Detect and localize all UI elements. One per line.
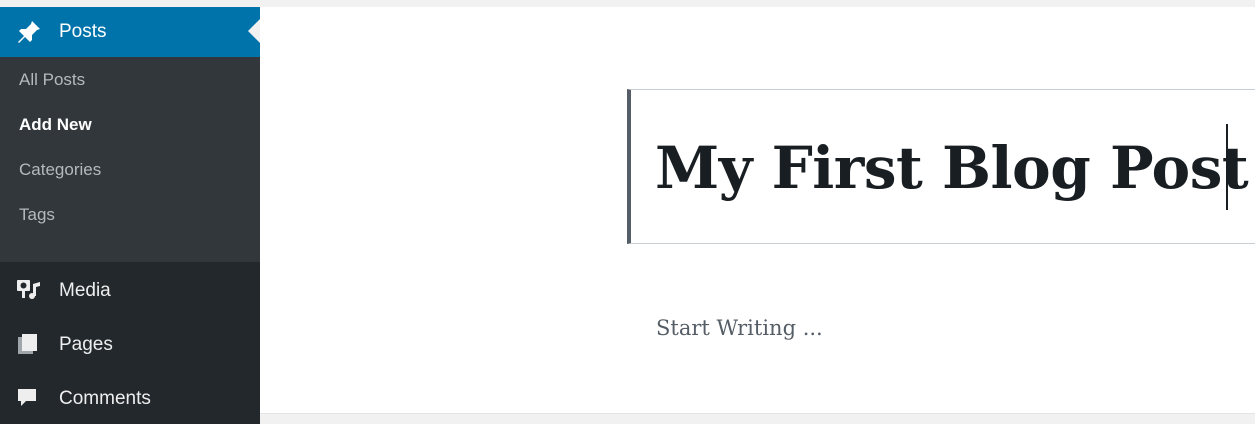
divider <box>260 413 1255 414</box>
pin-icon <box>16 19 42 45</box>
submenu-item-all-posts[interactable]: All Posts <box>0 57 260 102</box>
sidebar-item-media[interactable]: Media <box>0 262 260 316</box>
submenu-item-tags[interactable]: Tags <box>0 192 260 237</box>
sidebar-item-posts[interactable]: Posts <box>0 7 260 57</box>
media-icon <box>16 279 42 301</box>
current-menu-arrow <box>248 19 260 43</box>
submenu-item-categories[interactable]: Categories <box>0 147 260 192</box>
pages-icon <box>16 333 42 355</box>
text-caret <box>1226 124 1228 210</box>
sidebar-item-comments[interactable]: Comments <box>0 370 260 424</box>
comments-icon <box>16 387 42 409</box>
editor-canvas: My First Blog Post Start Writing ... <box>260 7 1255 413</box>
post-title-field[interactable]: My First Blog Post <box>627 89 1255 244</box>
admin-sidebar: Posts All Posts Add New Categories Tags <box>0 7 260 424</box>
post-title-text: My First Blog Post <box>655 134 1249 202</box>
posts-submenu: All Posts Add New Categories Tags <box>0 57 260 262</box>
post-body-placeholder[interactable]: Start Writing ... <box>656 316 823 340</box>
sidebar-item-pages[interactable]: Pages <box>0 316 260 370</box>
sidebar-item-label: Posts <box>59 21 107 42</box>
sidebar-menu: Media Pages Comments <box>0 262 260 424</box>
submenu-item-add-new[interactable]: Add New <box>0 102 260 147</box>
